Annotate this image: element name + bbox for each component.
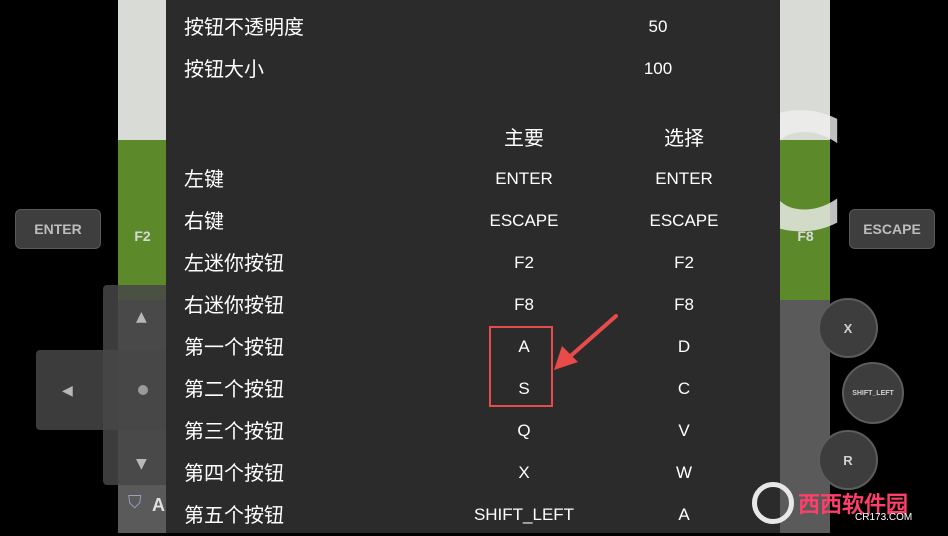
opacity-value[interactable]: 50 — [618, 6, 698, 48]
size-label: 按钮大小 — [184, 57, 264, 81]
mapping-row: 左键 ENTER ENTER — [166, 158, 780, 200]
primary-key-cell[interactable]: SHIFT_LEFT — [444, 494, 604, 536]
alternate-key-cell[interactable]: V — [604, 410, 764, 452]
primary-column-header: 主要 — [504, 126, 544, 150]
dpad-down-icon[interactable]: ▼ — [136, 457, 147, 471]
opacity-setting-row[interactable]: 按钮不透明度 50 — [166, 6, 780, 48]
partial-letter: A — [152, 495, 165, 515]
alternate-key-cell[interactable]: W — [604, 452, 764, 494]
mapping-row-label: 右迷你按钮 — [184, 293, 284, 317]
alternate-key-cell[interactable]: A — [604, 494, 764, 536]
mapping-row-label: 左迷你按钮 — [184, 251, 284, 275]
alternate-key-cell[interactable]: F2 — [604, 242, 764, 284]
mapping-row: 左迷你按钮 F2 F2 — [166, 242, 780, 284]
primary-key-cell[interactable]: ENTER — [444, 158, 604, 200]
mapping-row: 右迷你按钮 F8 F8 — [166, 284, 780, 326]
mapping-row-label: 第三个按钮 — [184, 419, 284, 443]
mapping-row-label: 左键 — [184, 167, 224, 191]
alternate-key-cell[interactable]: D — [604, 326, 764, 368]
mapping-row-label: 第一个按钮 — [184, 335, 284, 359]
primary-key-cell[interactable]: Q — [444, 410, 604, 452]
mapping-row-label: 第五个按钮 — [184, 503, 284, 527]
watermark-logo: 西西软件园 — [752, 478, 942, 528]
dpad-up-icon[interactable]: ▲ — [136, 310, 147, 324]
mapping-row: 第一个按钮 A D — [166, 326, 780, 368]
x-button[interactable]: X — [818, 298, 878, 358]
opacity-label: 按钮不透明度 — [184, 15, 304, 39]
annotation-arrow-icon — [554, 314, 618, 370]
size-setting-row[interactable]: 按钮大小 100 — [166, 48, 780, 90]
mapping-row-label: 第四个按钮 — [184, 461, 284, 485]
dpad-left-icon[interactable]: ◀ — [62, 384, 73, 398]
watermark-c-icon — [752, 482, 794, 524]
primary-key-cell[interactable]: X — [444, 452, 604, 494]
alternate-key-cell[interactable]: C — [604, 368, 764, 410]
shield-icon: ⛉ — [128, 492, 142, 513]
left-side-key[interactable]: ENTER — [15, 209, 101, 249]
mapping-row: 第二个按钮 S C — [166, 368, 780, 410]
alternate-key-cell[interactable]: F8 — [604, 284, 764, 326]
mapping-row: 第三个按钮 Q V — [166, 410, 780, 452]
mapping-row: 右键 ESCAPE ESCAPE — [166, 200, 780, 242]
size-value[interactable]: 100 — [618, 48, 698, 90]
shift-left-button[interactable]: SHIFT_LEFT — [842, 362, 904, 424]
mapping-row: 第四个按钮 X W — [166, 452, 780, 494]
highlight-box — [489, 326, 553, 407]
alternate-key-cell[interactable]: ENTER — [604, 158, 764, 200]
right-side-key[interactable]: ESCAPE — [849, 209, 935, 249]
left-mini-key[interactable]: F2 — [120, 217, 165, 255]
button-settings-dialog: 按钮不透明度 50 按钮大小 100 主要 选择 左键 ENTER ENTER … — [166, 0, 780, 533]
mapping-row-label: 第二个按钮 — [184, 377, 284, 401]
alternate-column-header: 选择 — [664, 126, 704, 150]
primary-key-cell[interactable]: ESCAPE — [444, 200, 604, 242]
dpad-center — [138, 385, 148, 395]
mapping-row-label: 右键 — [184, 209, 224, 233]
primary-key-cell[interactable]: F2 — [444, 242, 604, 284]
watermark-subtext: CR173.COM — [855, 512, 913, 523]
mapping-row: 第五个按钮 SHIFT_LEFT A — [166, 494, 780, 536]
alternate-key-cell[interactable]: ESCAPE — [604, 200, 764, 242]
right-mini-key[interactable]: F8 — [783, 217, 828, 255]
